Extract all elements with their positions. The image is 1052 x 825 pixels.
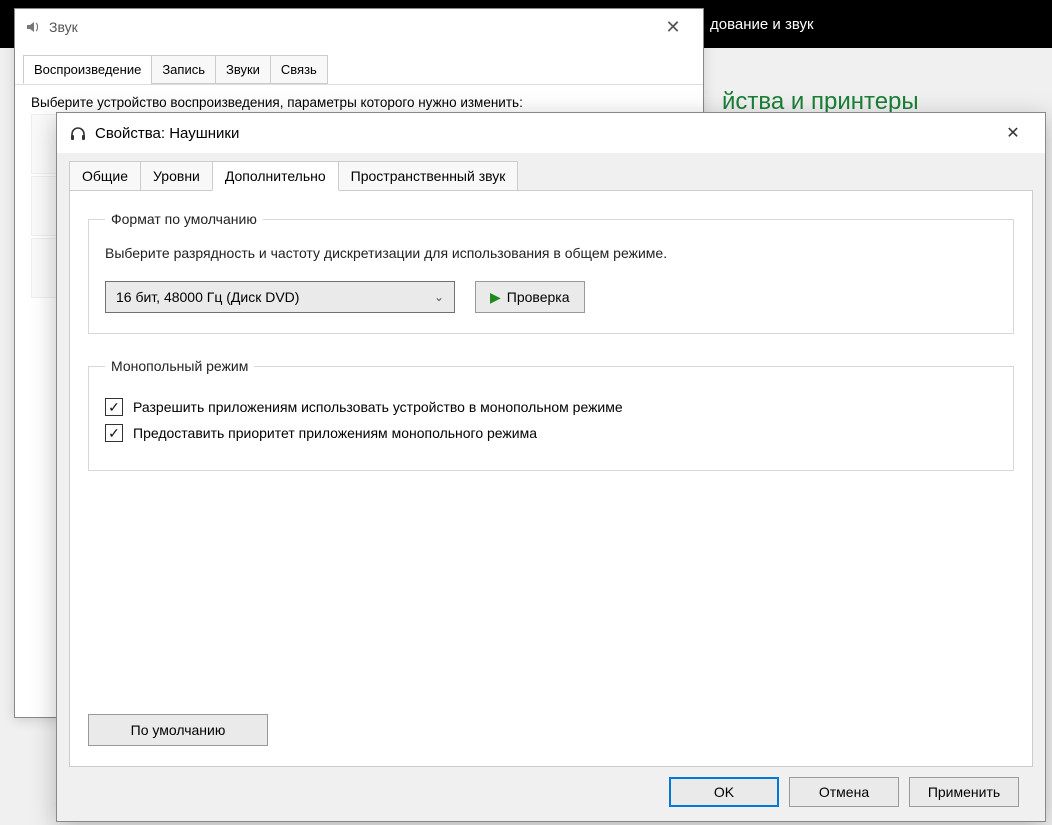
apply-button[interactable]: Применить [909,777,1019,807]
sound-tabs: Воспроизведение Запись Звуки Связь [15,45,703,85]
headphones-icon [69,124,87,142]
tab-general[interactable]: Общие [69,161,141,191]
test-button[interactable]: ▶ Проверка [475,281,585,313]
tab-spatial[interactable]: Пространственный звук [338,161,519,191]
default-format-legend: Формат по умолчанию [105,211,263,227]
tab-advanced[interactable]: Дополнительно [212,161,339,191]
exclusive-priority-checkbox[interactable] [105,424,123,442]
exclusive-mode-group: Монопольный режим Разрешить приложениям … [88,358,1014,471]
speaker-icon [25,19,41,35]
banner-text: дование и звук [710,16,814,33]
allow-exclusive-label: Разрешить приложениям использовать устро… [133,399,623,415]
tab-playback[interactable]: Воспроизведение [23,55,152,84]
cancel-button[interactable]: Отмена [789,777,899,807]
exclusive-mode-legend: Монопольный режим [105,358,254,374]
sound-instruction: Выберите устройство воспроизведения, пар… [15,85,703,114]
properties-panel: Формат по умолчанию Выберите разрядность… [69,190,1033,767]
properties-dialog: Свойства: Наушники ✕ Общие Уровни Дополн… [56,112,1046,822]
chevron-down-icon: ⌄ [434,290,444,304]
properties-titlebar: Свойства: Наушники ✕ [57,113,1045,153]
close-icon[interactable]: ✕ [653,17,693,38]
restore-defaults-button[interactable]: По умолчанию [88,714,268,746]
ok-button[interactable]: OK [669,777,779,807]
default-format-group: Формат по умолчанию Выберите разрядность… [88,211,1014,334]
properties-title: Свойства: Наушники [95,125,993,142]
properties-tabs: Общие Уровни Дополнительно Пространствен… [69,161,1033,191]
play-icon: ▶ [490,289,501,306]
format-selected: 16 бит, 48000 Гц (Диск DVD) [116,289,299,305]
format-combobox[interactable]: 16 бит, 48000 Гц (Диск DVD) ⌄ [105,281,455,313]
default-format-desc: Выберите разрядность и частоту дискретиз… [105,243,997,263]
tab-communications[interactable]: Связь [270,55,328,84]
allow-exclusive-checkbox[interactable] [105,398,123,416]
properties-body: Общие Уровни Дополнительно Пространствен… [57,153,1045,821]
test-button-label: Проверка [507,289,570,305]
properties-footer: OK Отмена Применить [69,767,1033,821]
exclusive-priority-label: Предоставить приоритет приложениям моноп… [133,425,537,441]
tab-recording[interactable]: Запись [151,55,216,84]
tab-sounds[interactable]: Звуки [215,55,271,84]
close-icon[interactable]: ✕ [993,123,1033,143]
tab-levels[interactable]: Уровни [140,161,213,191]
sound-dialog-title: Звук [49,19,653,35]
sound-titlebar: Звук ✕ [15,9,703,45]
